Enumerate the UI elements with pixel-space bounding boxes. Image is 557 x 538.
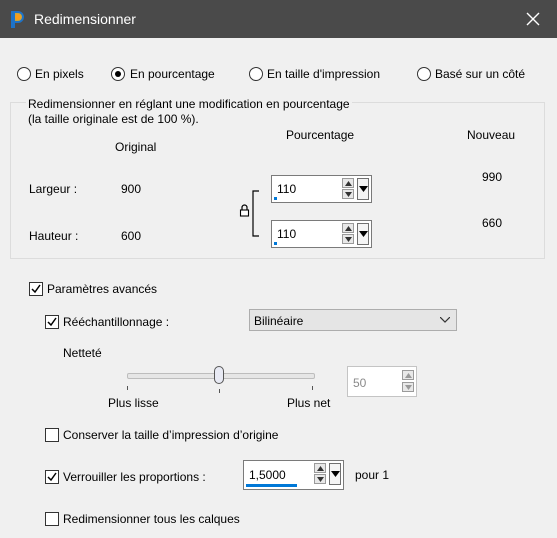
arrow-up-icon [345,181,352,186]
width-percent-input[interactable]: 110 [271,175,372,203]
ratio-dropdown[interactable] [329,463,341,485]
sharpness-slider-thumb[interactable] [214,366,224,384]
lock-ratio-checkbox[interactable] [45,470,59,484]
radio-pixels-label: En pixels [35,67,84,81]
triangle-down-icon [359,186,368,192]
height-percent-value: 110 [277,227,297,241]
resample-method-select[interactable]: Bilinéaire [249,309,457,331]
advanced-label: Paramètres avancés [47,282,158,296]
arrow-up-icon [317,466,324,471]
keep-print-size-checkbox[interactable] [45,428,59,442]
radio-print-size[interactable] [249,67,263,81]
arrow-down-icon [317,477,324,482]
width-percent-bar [274,197,277,200]
resize-all-layers-label: Redimensionner tous les calques [63,512,240,526]
checkmark-icon [47,317,57,327]
ratio-bar [246,484,297,487]
arrow-down-icon [345,192,352,197]
height-percent-input[interactable]: 110 [271,220,372,248]
width-percent-dropdown[interactable] [357,178,369,200]
radio-percent-label: En pourcentage [130,67,215,81]
triangle-down-icon [331,471,340,477]
sharpness-min-label: Plus lisse [108,396,159,410]
advanced-checkbox[interactable] [29,282,43,296]
sharpness-up[interactable] [402,370,414,380]
close-button[interactable] [518,6,548,32]
width-label: Largeur : [29,182,78,196]
lock-ratio-label: Verrouiller les proportions : [63,470,206,484]
width-percent-down[interactable] [342,189,354,199]
checkmark-icon [31,284,41,294]
radio-percent[interactable] [111,67,125,81]
radio-print-size-label: En taille d'impression [267,67,381,81]
arrow-up-icon [405,373,412,378]
col-original-header: Original [115,140,157,154]
arrow-up-icon [345,226,352,231]
height-percent-up[interactable] [342,223,354,233]
width-percent-up[interactable] [342,178,354,188]
window-title: Redimensionner [34,11,136,27]
sharpness-tick [127,386,128,390]
width-percent-value: 110 [277,182,297,196]
height-percent-dropdown[interactable] [357,223,369,245]
triangle-down-icon [359,231,368,237]
chevron-down-icon [440,317,450,323]
height-percent-bar [274,242,277,245]
lock-icon[interactable] [239,204,250,217]
checkmark-icon [47,472,57,482]
close-icon [526,12,540,26]
ratio-down[interactable] [314,474,326,484]
ratio-value: 1,5000 [249,468,286,482]
sharpness-tick [219,389,220,393]
resample-method-value: Bilinéaire [254,314,304,328]
width-new: 990 [482,170,503,184]
ratio-up[interactable] [314,463,326,473]
radio-one-side[interactable] [417,67,431,81]
col-percent-header: Pourcentage [286,128,355,142]
width-original: 900 [121,182,142,196]
sharpness-input[interactable]: 50 [347,366,417,397]
arrow-down-icon [345,237,352,242]
sharpness-down[interactable] [402,382,414,392]
arrow-down-icon [405,385,412,390]
col-new-header: Nouveau [467,128,516,142]
sharpness-max-label: Plus net [287,396,331,410]
radio-one-side-label: Basé sur un côté [435,67,526,81]
height-percent-down[interactable] [342,234,354,244]
ratio-suffix: pour 1 [355,468,390,482]
resample-label: Rééchantillonnage : [63,315,170,329]
height-original: 600 [121,229,142,243]
sharpness-value: 50 [353,376,367,390]
resize-all-layers-checkbox[interactable] [45,512,59,526]
sharpness-tick [312,386,313,390]
ratio-input[interactable]: 1,5000 [243,460,344,490]
group-title: Redimensionner en réglant une modificati… [26,97,352,127]
radio-pixels[interactable] [17,67,31,81]
resample-checkbox[interactable] [45,315,59,329]
keep-print-size-label: Conserver la taille d’impression d’origi… [63,428,279,442]
height-new: 660 [482,216,503,230]
app-icon [11,11,24,28]
height-label: Hauteur : [29,229,79,243]
sharpness-label: Netteté [63,346,102,360]
